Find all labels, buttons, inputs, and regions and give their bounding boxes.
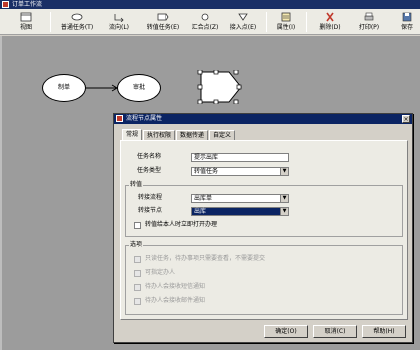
properties-icon: [281, 12, 291, 22]
open-immediately-checkbox[interactable]: [134, 222, 141, 229]
transfer-flow-label: 转接流程: [138, 194, 163, 201]
tab-custom[interactable]: 自定义: [209, 130, 236, 140]
transfer-flow-select[interactable]: 出库单 ▼: [191, 194, 289, 203]
normal-task-button[interactable]: 普通任务(T): [55, 11, 99, 33]
triangle-icon: [238, 13, 248, 21]
transfer-flow-value: 出库单: [194, 195, 213, 202]
delete-label: 删除(D): [319, 24, 341, 31]
task-name-input[interactable]: 提示出库: [191, 153, 289, 162]
task-name-label: 任务名称: [137, 153, 162, 160]
view-button[interactable]: 视图: [14, 11, 38, 33]
chevron-down-icon: ▼: [280, 195, 288, 202]
printer-icon: [364, 12, 374, 21]
chevron-down-icon: ▼: [280, 208, 288, 215]
transfer-group: 转值 转接流程 出库单 ▼ 转接节点 出库 ▼ 转值给本人时立即打开办理: [125, 181, 403, 237]
transfer-group-title: 转值: [129, 181, 144, 189]
dialog-titlebar: 流程节点属性 ×: [114, 114, 412, 124]
print-button[interactable]: 打印(P): [354, 11, 384, 33]
options-group-title: 选项: [129, 241, 144, 249]
dialog-app-icon: [116, 115, 123, 122]
entry-point-button[interactable]: 接入点(E): [225, 11, 261, 33]
ellipse-icon: [71, 13, 83, 21]
view-icon: [20, 12, 32, 22]
toolbar-separator: [50, 12, 51, 32]
sms-notify-label: 待办人会接收短信通知: [145, 283, 206, 290]
transfer-task-button[interactable]: 转值任务(E): [141, 11, 185, 33]
node-transfer-selected[interactable]: [197, 70, 245, 104]
node-review[interactable]: 审批: [117, 74, 161, 102]
task-type-value: 转值任务: [194, 168, 219, 175]
window-titlebar: 订单工作流: [0, 0, 420, 9]
email-notify-label: 待办人会接收邮件通知: [145, 297, 206, 304]
tab-permissions[interactable]: 执行权限: [143, 130, 176, 140]
entry-point-label: 接入点(E): [229, 24, 257, 31]
tab-general[interactable]: 常规: [122, 129, 143, 140]
task-type-label: 任务类型: [137, 167, 162, 174]
flow-button[interactable]: 流向(L): [104, 11, 134, 33]
delete-x-icon: [326, 12, 334, 22]
assign-handler-checkbox[interactable]: [134, 270, 141, 277]
node-review-label: 审批: [132, 84, 145, 91]
general-tab-panel: 任务名称 提示出库 任务类型 转值任务 ▼ 转值 转接流程 出库单 ▼ 转接节点…: [120, 140, 408, 320]
email-notify-checkbox[interactable]: [134, 298, 141, 305]
save-label: 保存: [400, 24, 413, 31]
tab-data-transfer[interactable]: 数据传递: [176, 130, 209, 140]
toolbar: 视图 普通任务(T) 流向(L) 转值任务(E) 汇合点(Z) 接入点(E) 属…: [0, 9, 420, 35]
ok-button[interactable]: 确定(O): [264, 325, 308, 338]
merge-point-label: 汇合点(Z): [191, 24, 219, 31]
window-title: 订单工作流: [12, 1, 43, 8]
delete-button[interactable]: 删除(D): [314, 11, 346, 33]
app-icon: [2, 1, 9, 8]
save-button[interactable]: 保存: [394, 11, 420, 33]
normal-task-label: 普通任务(T): [60, 24, 94, 31]
merge-point-button[interactable]: 汇合点(Z): [187, 11, 223, 33]
task-type-select[interactable]: 转值任务 ▼: [191, 167, 289, 176]
node-draft[interactable]: 制单: [42, 74, 86, 102]
transfer-node-label: 转接节点: [138, 207, 163, 214]
dialog-close-button[interactable]: ×: [402, 115, 410, 123]
readonly-task-checkbox[interactable]: [134, 256, 141, 263]
cancel-button[interactable]: 取消(C): [313, 325, 357, 338]
readonly-task-label: 只读任务，待办事项只需要查看，不需要提交: [145, 255, 266, 262]
properties-label: 属性(I): [276, 24, 296, 31]
help-button[interactable]: 帮助(H): [362, 325, 406, 338]
transfer-task-label: 转值任务(E): [146, 24, 180, 31]
print-label: 打印(P): [358, 24, 380, 31]
flow-label: 流向(L): [108, 24, 130, 31]
sms-notify-checkbox[interactable]: [134, 284, 141, 291]
dialog-tabs: 常规 执行权限 数据传递 自定义: [122, 129, 236, 140]
chevron-down-icon: ▼: [280, 168, 288, 175]
flow-arrow-icon: [114, 14, 124, 22]
open-immediately-label: 转值给本人时立即打开办理: [145, 221, 218, 228]
options-group: 选项 只读任务，待办事项只需要查看，不需要提交 可指定办人 待办人会接收短信通知…: [125, 241, 403, 315]
transfer-node-value: 出库: [194, 208, 207, 215]
toolbar-separator: [266, 12, 267, 32]
properties-button[interactable]: 属性(I): [270, 11, 302, 33]
node-properties-dialog: 流程节点属性 × 常规 执行权限 数据传递 自定义 任务名称 提示出库 任务类型…: [113, 113, 413, 343]
transfer-node-select[interactable]: 出库 ▼: [191, 207, 289, 216]
assign-handler-label: 可指定办人: [145, 269, 176, 276]
save-icon: [402, 12, 412, 22]
transfer-icon: [157, 13, 169, 21]
circle-icon: [201, 13, 209, 21]
node-draft-label: 制单: [57, 84, 70, 91]
toolbar-separator: [306, 12, 307, 32]
view-label: 视图: [19, 24, 32, 31]
dialog-title: 流程节点属性: [126, 115, 163, 122]
